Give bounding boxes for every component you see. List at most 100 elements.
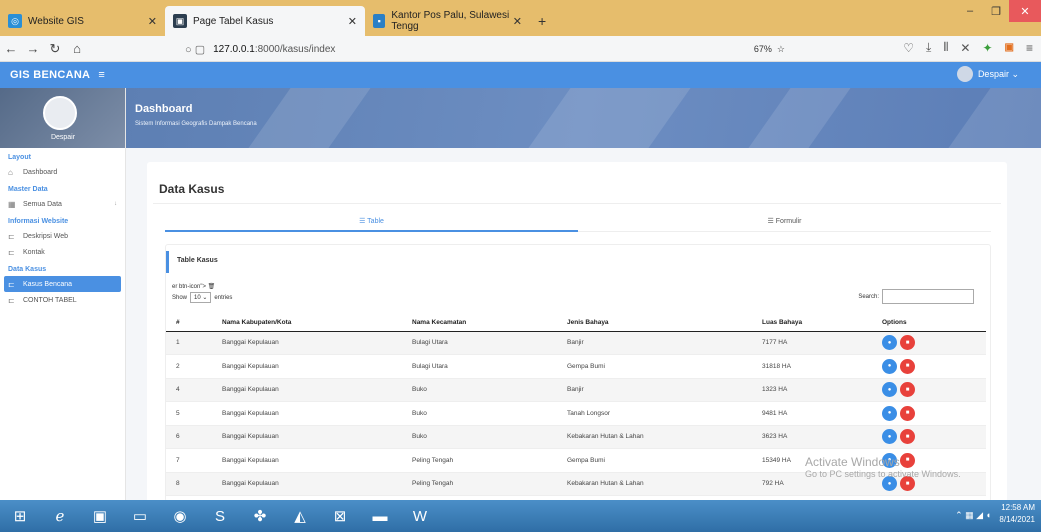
- view-button[interactable]: ●: [882, 382, 897, 398]
- table-row: 5 Banggai Kepulauan Buko Tanah Longsor 9481 …: [166, 401, 986, 426]
- table-cell: 5: [166, 401, 212, 426]
- browser-tab[interactable]: ◎ Website GIS ✕: [0, 6, 165, 36]
- browser-extensions: ♡ ⤓ ⫴ ✕ ✦ ▣ ≡: [903, 40, 1033, 55]
- column-header[interactable]: #: [166, 315, 212, 332]
- table-cell: Buko: [402, 401, 557, 426]
- table-cell: 2: [166, 354, 212, 379]
- sidebar-item-dashboard[interactable]: ⌂ Dashboard: [0, 164, 125, 180]
- browser-tab-active[interactable]: ▣ Page Tabel Kasus ✕: [165, 6, 365, 36]
- firefox-icon[interactable]: ◉: [160, 500, 200, 532]
- app-header: GIS BENCANA ≡ Despair ⌄: [0, 62, 1041, 88]
- doc-icon: ⊏: [8, 247, 15, 257]
- view-button[interactable]: ●: [882, 335, 897, 351]
- column-header[interactable]: Luas Bahaya: [752, 315, 872, 332]
- extension-icon[interactable]: ✦: [982, 41, 992, 55]
- ie-icon[interactable]: ℯ: [40, 500, 80, 532]
- tray-icons[interactable]: ⌃ ▦ ◢ ◖: [955, 510, 991, 521]
- terminal-icon[interactable]: ▬: [360, 500, 400, 532]
- table-cell: Peling Tengah: [402, 448, 557, 473]
- download-icon[interactable]: ⤓: [926, 40, 931, 55]
- chevron-down-icon: ⌄: [1008, 68, 1019, 79]
- sidebar-item-deskripsi-web[interactable]: ⊏ Deskripsi Web: [0, 228, 125, 244]
- minimize-icon[interactable]: –: [957, 0, 983, 22]
- back-icon[interactable]: ←: [0, 41, 22, 56]
- options-cell: ● ■: [872, 378, 986, 402]
- sublime-icon[interactable]: S: [200, 500, 240, 532]
- card-title: Data Kasus: [153, 174, 1001, 204]
- map-icon: ▪: [373, 14, 386, 28]
- section-title: Informasi Website: [8, 218, 69, 225]
- table-cell: Bulagi Utara: [402, 331, 557, 355]
- table-cell: Banggai Kepulauan: [212, 378, 402, 402]
- sidebar-item-semua-data[interactable]: ▦ Semua Data ↓: [0, 196, 125, 212]
- app-icon[interactable]: ✤: [240, 500, 280, 532]
- delete-button[interactable]: ■: [900, 382, 915, 398]
- view-button[interactable]: ●: [882, 429, 897, 445]
- table-cell: 9481 HA: [752, 401, 872, 426]
- word-icon[interactable]: W: [400, 500, 440, 532]
- user-menu[interactable]: Despair ⌄: [956, 66, 1019, 82]
- sidebar-item-kasus-bencana[interactable]: ⊏ Kasus Bencana: [4, 276, 121, 292]
- view-button[interactable]: ●: [882, 405, 897, 421]
- table-cell: Banggai Kepulauan: [212, 425, 402, 449]
- column-header[interactable]: Nama Kecamatan: [402, 315, 557, 332]
- table-cell: Kebakaran Hutan & Lahan: [557, 472, 752, 496]
- library-icon[interactable]: ⫴: [943, 40, 948, 55]
- close-window-icon[interactable]: ✕: [1009, 0, 1041, 22]
- maximize-icon[interactable]: ❐: [983, 0, 1009, 22]
- new-tab-button[interactable]: +: [530, 6, 554, 36]
- table-cell: Banjir: [557, 378, 752, 402]
- column-header[interactable]: Options: [872, 315, 986, 332]
- column-header[interactable]: Nama Kabupaten/Kota: [212, 315, 402, 332]
- extension-icon[interactable]: ▣: [1005, 42, 1014, 53]
- windows-start-icon[interactable]: ⊞: [0, 500, 40, 532]
- trash-icon[interactable]: 🗑: [208, 284, 216, 290]
- address-bar[interactable]: ○ ▢ 127.0.0.1 :8000/kasus/index 67% ☆: [185, 39, 785, 59]
- app-icon[interactable]: ◭: [280, 500, 320, 532]
- store-icon[interactable]: ▣: [80, 500, 120, 532]
- chevron-down-icon: ↓: [114, 201, 117, 207]
- close-tab-icon[interactable]: ✕: [148, 15, 157, 28]
- close-tab-icon[interactable]: ✕: [348, 15, 357, 28]
- table-cell: Banggai Kepulauan: [212, 331, 402, 355]
- delete-button[interactable]: ■: [900, 429, 915, 445]
- table-cell: 8: [166, 472, 212, 496]
- tab-formulir[interactable]: ☰ Formulir: [578, 209, 991, 232]
- close-x-icon[interactable]: ✕: [960, 41, 970, 55]
- table-cell: Buko: [402, 425, 557, 449]
- profile-name: Despair: [50, 134, 76, 141]
- browser-tab-strip: ◎ Website GIS ✕ ▣ Page Tabel Kasus ✕ ▪ K…: [0, 0, 1041, 36]
- column-header[interactable]: Jenis Bahaya: [557, 315, 752, 332]
- search-input[interactable]: [882, 289, 974, 304]
- delete-button[interactable]: ■: [900, 335, 915, 351]
- browser-tab[interactable]: ▪ Kantor Pos Palu, Sulawesi Tengg ✕: [365, 6, 530, 36]
- delete-button[interactable]: ■: [900, 405, 915, 421]
- pocket-icon[interactable]: ♡: [903, 41, 914, 55]
- app-icon[interactable]: ⊠: [320, 500, 360, 532]
- table-row: 6 Banggai Kepulauan Buko Kebakaran Hutan & …: [166, 425, 986, 449]
- entries-select[interactable]: 10 ⌄: [190, 292, 212, 303]
- reload-icon[interactable]: ↻: [44, 41, 66, 57]
- page-icon: ▣: [173, 14, 187, 28]
- hamburger-icon[interactable]: ≡: [98, 69, 105, 81]
- table-row: 1 Banggai Kepulauan Bulagi Utara Banjir 7177…: [166, 331, 986, 355]
- page-subtitle: Sistem Informasi Geografis Dampak Bencan…: [135, 121, 257, 127]
- table-cell: 7177 HA: [752, 331, 872, 355]
- view-button[interactable]: ●: [882, 358, 897, 374]
- home-icon[interactable]: ⌂: [66, 41, 88, 56]
- clock[interactable]: 12:58 AM 8/14/2021: [999, 502, 1035, 526]
- options-cell: ● ■: [872, 401, 986, 426]
- section-title: Layout: [8, 154, 31, 161]
- options-cell: ● ■: [872, 354, 986, 379]
- table-cell: 1323 HA: [752, 378, 872, 402]
- forward-icon[interactable]: →: [22, 41, 44, 56]
- folder-icon[interactable]: ▭: [120, 500, 160, 532]
- delete-button[interactable]: ■: [900, 358, 915, 374]
- menu-icon[interactable]: ≡: [1026, 41, 1033, 55]
- sidebar-item-kontak[interactable]: ⊏ Kontak: [0, 244, 125, 260]
- sidebar-item-contoh-tabel[interactable]: ⊏ CONTOH TABEL: [0, 292, 125, 308]
- sidebar: Despair Layout ⌂ Dashboard Master Data ▦…: [0, 88, 126, 500]
- tab-table[interactable]: ☰ Table: [165, 209, 578, 232]
- close-tab-icon[interactable]: ✕: [513, 15, 522, 28]
- grid-icon: ▦: [8, 199, 16, 209]
